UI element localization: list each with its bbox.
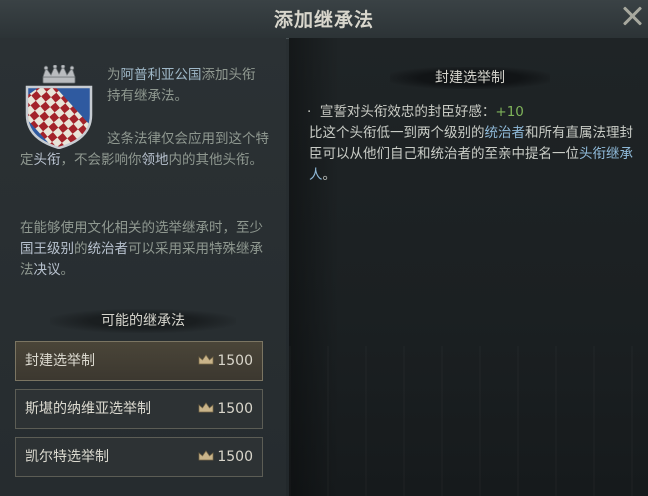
king-tier-term[interactable]: 国王级别 — [20, 241, 74, 257]
close-icon[interactable] — [620, 3, 644, 29]
crown-icon — [199, 450, 214, 461]
law-name: 斯堪的纳维亚选举制 — [25, 401, 151, 417]
law-button-feudal-elective[interactable]: 封建选举制 1500 — [15, 341, 263, 381]
intro-text: 为阿普利亚公国添加头衔持有继承法。 — [107, 67, 256, 104]
domain-term[interactable]: 领地 — [142, 152, 169, 168]
effect-bullet: · 宣誓对头衔效忠的封臣好感：+10 — [307, 104, 524, 120]
add-succession-law-dialog: 添加继承法 为阿普利亚公国添加头衔持有继承法。 这条法律仅会应用到这个特定头衔，… — [0, 0, 648, 496]
requirement-text: 在能够使用文化相关的选举继承时，至少国王级别的统治者可以采用采用特殊继承法决议。 — [20, 220, 263, 278]
law-button-scandinavian-elective[interactable]: 斯堪的纳维亚选举制 1500 — [15, 389, 263, 429]
title-bar: 添加继承法 — [0, 0, 648, 39]
ruler-term[interactable]: 统治者 — [88, 241, 129, 257]
duchy-link[interactable]: 阿普利亚公国 — [121, 67, 202, 83]
law-name: 封建选举制 — [25, 353, 95, 369]
left-panel: 为阿普利亚公国添加头衔持有继承法。 这条法律仅会应用到这个特定头衔，不会影响你领… — [0, 38, 286, 496]
crown-icon — [199, 354, 214, 365]
title-term[interactable]: 头衔 — [34, 152, 61, 168]
possible-laws-header: 可能的继承法 — [50, 309, 236, 333]
law-cost: 1500 — [198, 390, 253, 428]
dialog-title: 添加继承法 — [273, 9, 374, 31]
crown-icon — [199, 402, 214, 413]
law-button-celtic-elective[interactable]: 凯尔特选举制 1500 — [15, 437, 263, 477]
decision-term[interactable]: 决议 — [34, 262, 61, 278]
law-details-header: 封建选举制 — [390, 67, 550, 89]
law-description: 比这个头衔低一到两个级别的统治者和所有直属法理封臣可以从他们自己和统治者的至亲中… — [309, 125, 633, 183]
law-cost: 1500 — [198, 342, 253, 380]
scope-text: 这条法律仅会应用到这个特定头衔，不会影响你领地内的其他头衔。 — [20, 131, 269, 168]
opinion-value: +10 — [495, 104, 524, 120]
law-name: 凯尔特选举制 — [25, 449, 109, 465]
law-details-panel: 封建选举制 · 宣誓对头衔效忠的封臣好感：+10 比这个头衔低一到两个级别的统治… — [289, 38, 648, 496]
law-cost: 1500 — [198, 438, 253, 476]
ruler-link[interactable]: 统治者 — [485, 125, 526, 141]
background-art — [289, 346, 648, 496]
